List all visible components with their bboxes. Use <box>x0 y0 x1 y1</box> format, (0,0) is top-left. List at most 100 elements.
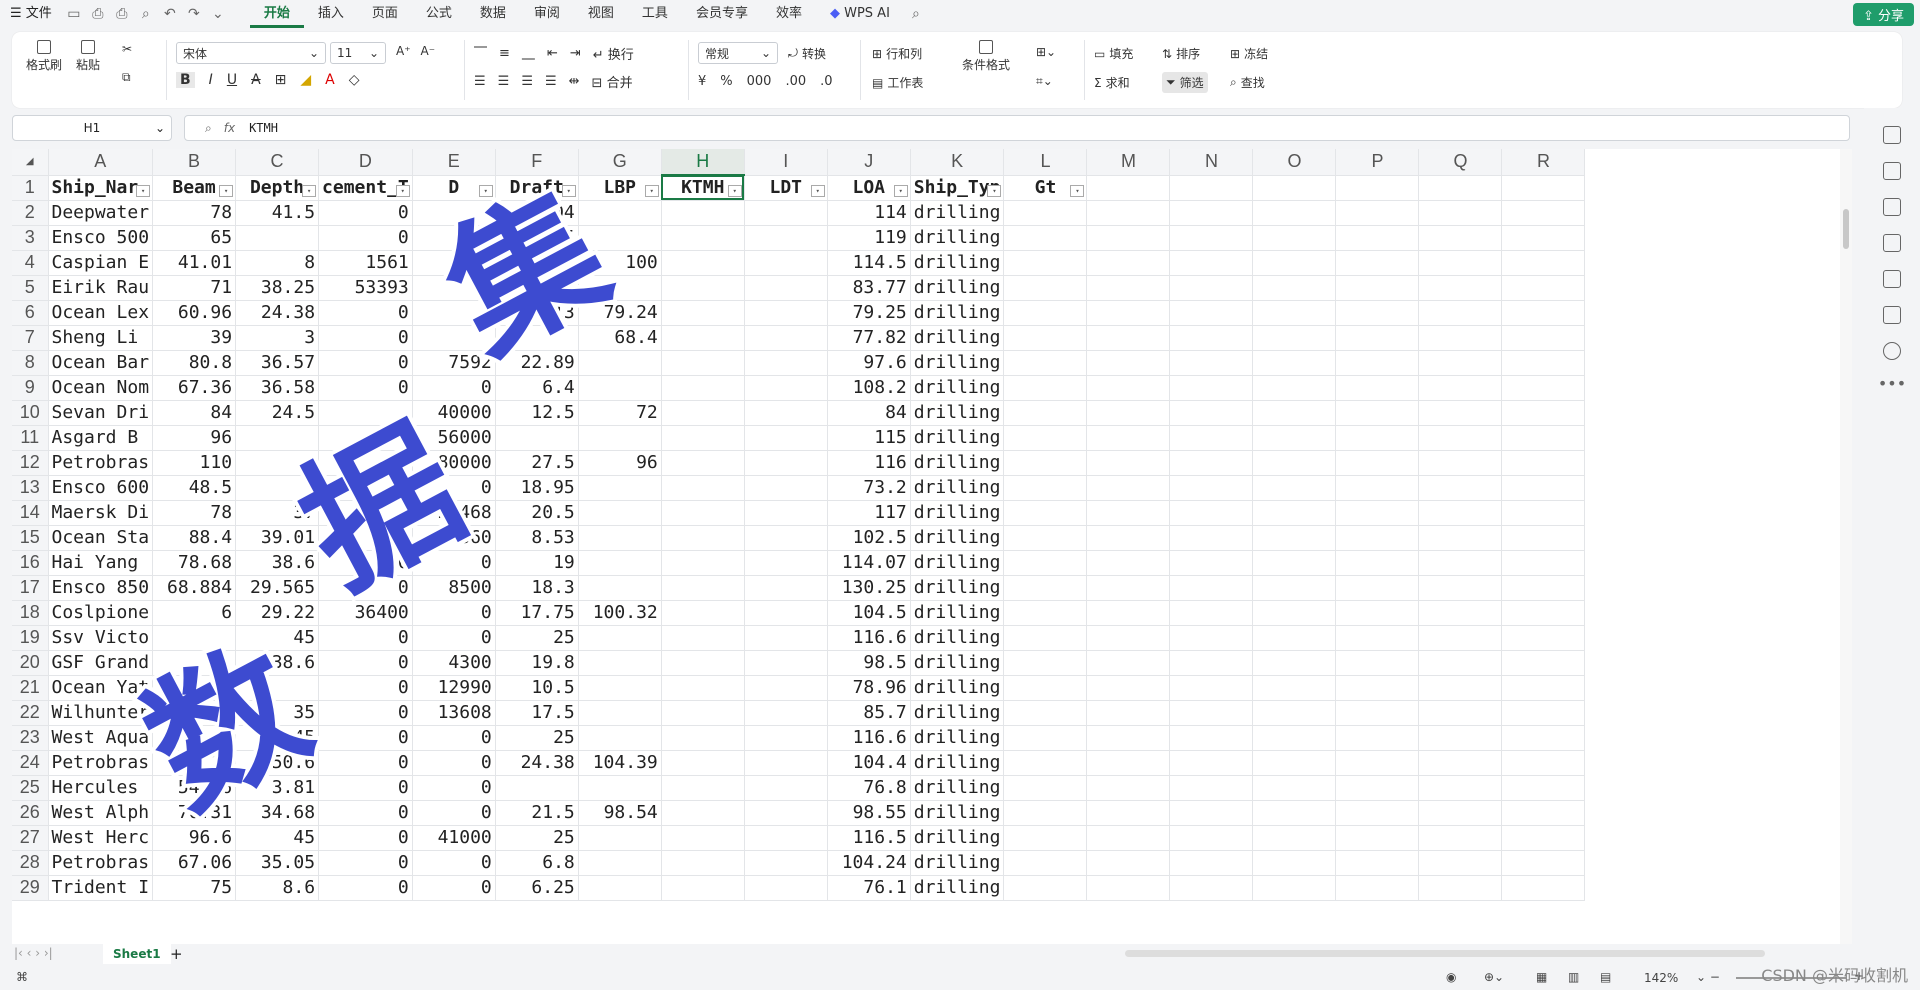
empty-cell[interactable] <box>1252 800 1337 826</box>
share-button[interactable]: ⇪ 分享 <box>1852 3 1914 26</box>
table-cell[interactable] <box>744 500 828 526</box>
table-cell[interactable]: Coslpione <box>48 600 154 626</box>
empty-cell[interactable] <box>1418 775 1503 801</box>
empty-cell[interactable] <box>1501 850 1586 876</box>
table-cell[interactable] <box>661 275 745 301</box>
table-cell[interactable]: 130.25 <box>827 575 911 601</box>
tab-member[interactable]: 会员专享 <box>682 0 762 28</box>
redo-icon[interactable]: ↷ <box>182 0 206 28</box>
empty-cell[interactable] <box>1418 650 1503 676</box>
table-cell[interactable] <box>1003 875 1088 901</box>
table-cell[interactable]: 83.77 <box>827 275 911 301</box>
table-cell[interactable]: 65 <box>152 225 237 251</box>
table-cell[interactable]: 41000 <box>412 825 496 851</box>
freeze-button[interactable]: ⊞ 冻结 <box>1230 45 1268 62</box>
empty-cell[interactable] <box>1335 575 1420 601</box>
empty-cell[interactable] <box>1335 800 1420 826</box>
column-header-r[interactable]: R <box>1501 149 1586 176</box>
table-cell[interactable]: 0 <box>318 675 413 701</box>
column-header-b[interactable]: B <box>152 149 237 176</box>
table-cell[interactable]: 0 <box>318 775 413 801</box>
increase-font-icon[interactable]: A⁺ <box>396 44 411 58</box>
table-cell[interactable] <box>661 550 745 576</box>
tab-view[interactable]: 视图 <box>574 0 628 28</box>
table-cell[interactable]: 25 <box>495 625 579 651</box>
convert-button[interactable]: ⤾ 转换 <box>788 45 826 62</box>
table-cell[interactable] <box>744 575 828 601</box>
table-cell[interactable]: 4300 <box>412 650 496 676</box>
empty-cell[interactable] <box>1418 800 1503 826</box>
formula-input[interactable]: ⌕ fx KTMH <box>184 115 1850 141</box>
column-header-c[interactable]: C <box>235 149 320 176</box>
empty-cell[interactable] <box>1418 825 1503 851</box>
table-cell[interactable] <box>661 650 745 676</box>
tab-page[interactable]: 页面 <box>358 0 412 28</box>
table-cell[interactable] <box>744 450 828 476</box>
empty-cell[interactable] <box>1501 750 1586 776</box>
fill-button[interactable]: ▭ 填充 <box>1094 45 1133 62</box>
table-cell[interactable]: 0 <box>318 375 413 401</box>
empty-cell[interactable] <box>1501 250 1586 276</box>
empty-cell[interactable] <box>1169 325 1254 351</box>
table-cell[interactable] <box>578 475 662 501</box>
table-cell[interactable]: 0 <box>318 650 413 676</box>
table-cell[interactable] <box>744 425 828 451</box>
table-cell[interactable]: 19 <box>495 550 579 576</box>
row-header[interactable]: 21 <box>12 675 49 701</box>
table-cell[interactable]: 6.8 <box>495 850 579 876</box>
table-cell[interactable] <box>578 500 662 526</box>
table-cell[interactable]: 0 <box>412 600 496 626</box>
underline-icon[interactable]: U <box>227 72 237 88</box>
table-cell[interactable]: 0 <box>412 375 496 401</box>
search-icon[interactable]: ⌕ <box>904 0 928 28</box>
table-cell[interactable]: Petrobras <box>48 750 154 776</box>
table-cell[interactable] <box>661 625 745 651</box>
empty-cell[interactable] <box>1335 250 1420 276</box>
table-cell[interactable]: Ensco 850 <box>48 575 154 601</box>
table-cell[interactable] <box>1003 500 1088 526</box>
empty-cell[interactable] <box>1418 275 1503 301</box>
tools-icon[interactable] <box>1883 270 1901 288</box>
table-cell[interactable] <box>744 325 828 351</box>
table-cell[interactable] <box>578 725 662 751</box>
table-cell[interactable]: 110 <box>152 450 237 476</box>
zoom-level[interactable]: 142% <box>1644 971 1678 985</box>
empty-cell[interactable] <box>1501 350 1586 376</box>
row-header[interactable]: 17 <box>12 575 49 601</box>
table-cell[interactable] <box>578 675 662 701</box>
tab-efficiency[interactable]: 效率 <box>762 0 816 28</box>
table-cell[interactable]: drilling <box>910 325 1005 351</box>
table-cell[interactable]: 84 <box>152 400 237 426</box>
empty-cell[interactable] <box>1169 875 1254 901</box>
empty-cell[interactable] <box>1501 325 1586 351</box>
empty-cell[interactable] <box>1335 475 1420 501</box>
empty-cell[interactable] <box>1335 350 1420 376</box>
chart-icon[interactable] <box>1883 234 1901 252</box>
empty-cell[interactable] <box>1252 225 1337 251</box>
copy-icon[interactable]: ⧉ <box>122 70 131 85</box>
sheet-tab-sheet1[interactable]: Sheet1 <box>103 944 171 964</box>
empty-cell[interactable] <box>1086 225 1171 251</box>
table-cell[interactable]: drilling <box>910 825 1005 851</box>
table-cell[interactable]: 24.5 <box>235 400 320 426</box>
table-cell[interactable]: 96 <box>578 450 662 476</box>
empty-cell[interactable] <box>1418 725 1503 751</box>
table-cell[interactable] <box>578 625 662 651</box>
table-cell[interactable]: Deepwater <box>48 200 154 226</box>
table-cell[interactable]: 36.58 <box>235 375 320 401</box>
table-cell[interactable] <box>661 825 745 851</box>
sum-button[interactable]: Σ 求和 <box>1094 74 1130 91</box>
table-cell[interactable]: 84 <box>827 400 911 426</box>
row-header[interactable]: 27 <box>12 825 49 851</box>
empty-cell[interactable] <box>1501 200 1586 226</box>
format-icon[interactable] <box>1883 198 1901 216</box>
empty-cell[interactable] <box>1086 825 1171 851</box>
align-middle-icon[interactable]: ≡ <box>499 46 510 61</box>
table-cell[interactable] <box>744 200 828 226</box>
name-box[interactable]: H1 ⌄ <box>12 115 172 141</box>
table-cell[interactable]: Ensco 600 <box>48 475 154 501</box>
table-cell[interactable] <box>1003 225 1088 251</box>
empty-cell[interactable] <box>1418 875 1503 901</box>
table-cell[interactable]: 114.5 <box>827 250 911 276</box>
tab-formula[interactable]: 公式 <box>412 0 466 28</box>
